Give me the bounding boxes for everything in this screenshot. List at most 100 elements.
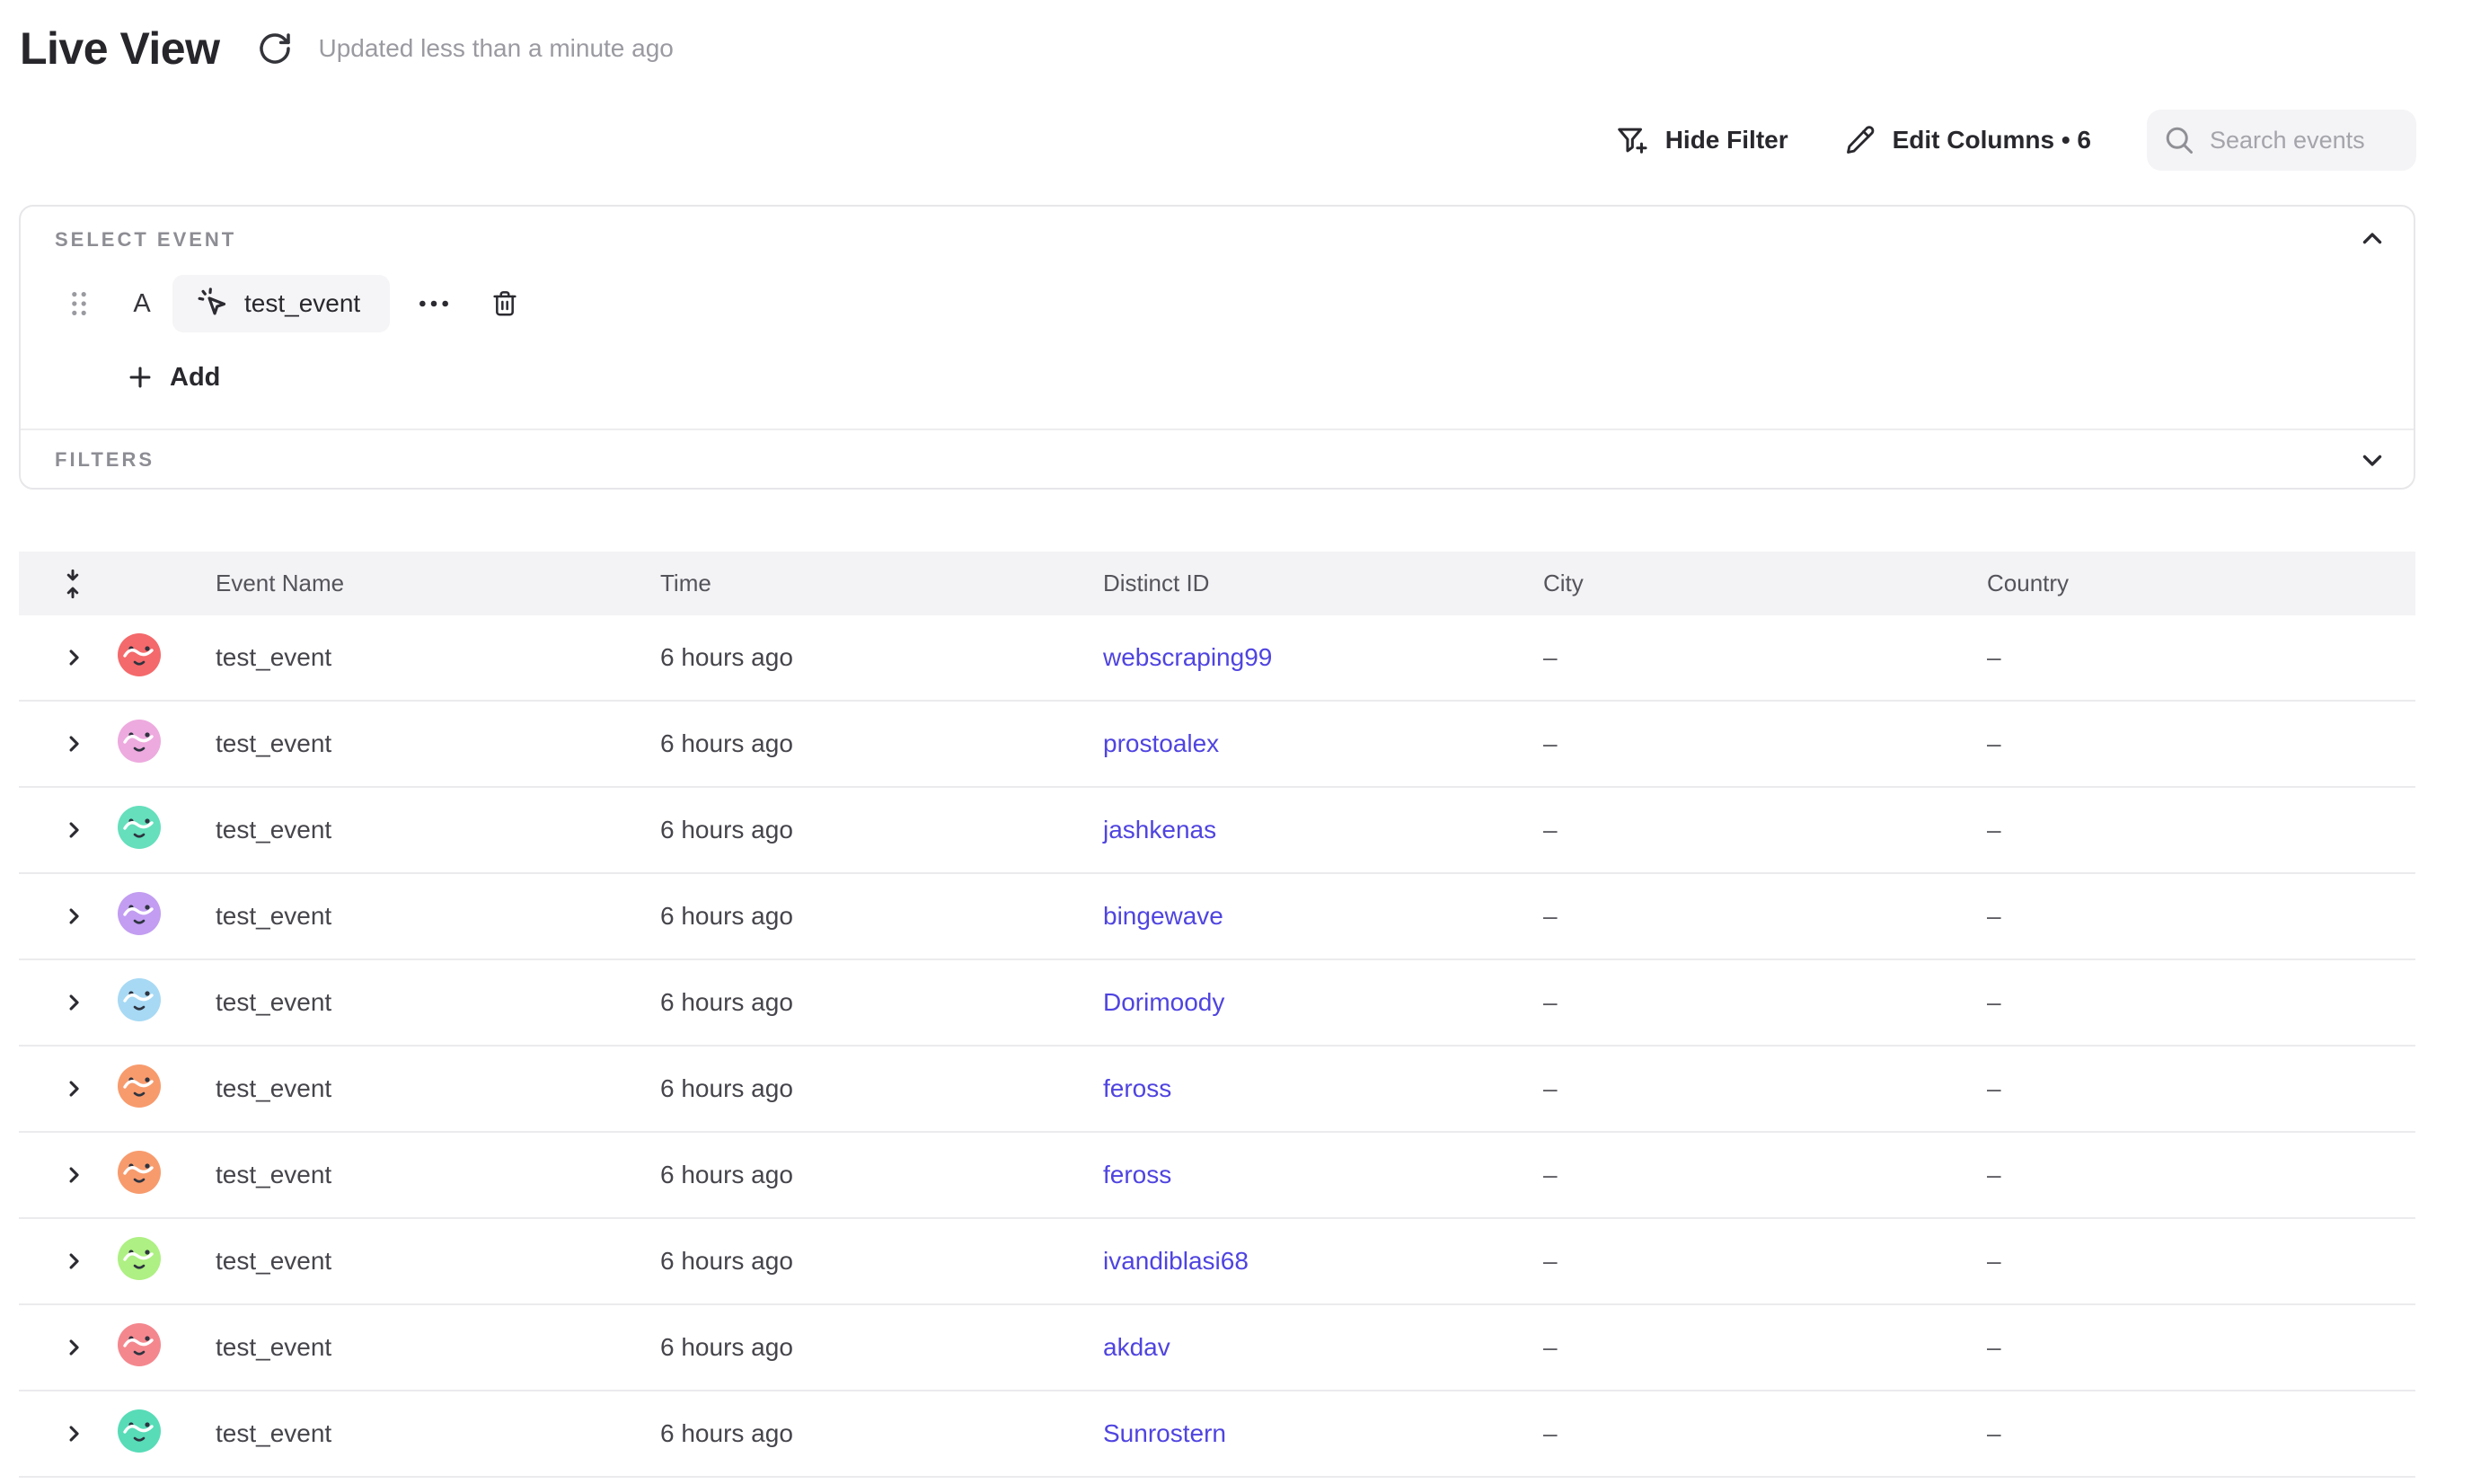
chevron-right-icon xyxy=(61,645,86,670)
expand-row-button[interactable] xyxy=(58,729,89,759)
distinct-id-link[interactable]: akdav xyxy=(1103,1333,1170,1361)
avatar-cell xyxy=(118,1064,216,1114)
country-cell: – xyxy=(1987,988,2415,1017)
distinct-id-link[interactable]: prostoalex xyxy=(1103,729,1219,757)
time-cell: 6 hours ago xyxy=(660,1333,1103,1362)
event-name-cell: test_event xyxy=(216,988,660,1017)
country-cell: – xyxy=(1987,1247,2415,1276)
expand-row-button[interactable] xyxy=(58,1246,89,1276)
event-chip-label: test_event xyxy=(244,289,360,318)
distinct-id-link[interactable]: feross xyxy=(1103,1161,1171,1188)
avatar xyxy=(118,1409,161,1453)
table-row[interactable]: test_event 6 hours ago feross – – xyxy=(19,1047,2415,1133)
refresh-button[interactable] xyxy=(255,29,295,68)
table-row[interactable]: test_event 6 hours ago akdav – – xyxy=(19,1305,2415,1391)
avatar xyxy=(118,720,161,763)
add-event-button[interactable]: Add xyxy=(125,349,220,406)
city-cell: – xyxy=(1543,1333,1987,1362)
expand-row-button[interactable] xyxy=(58,1160,89,1190)
avatar xyxy=(118,1323,161,1366)
avatar xyxy=(118,1064,161,1108)
table-row[interactable]: test_event 6 hours ago jashkenas – – xyxy=(19,788,2415,874)
collapse-rows-header[interactable] xyxy=(19,566,118,602)
chevron-right-icon xyxy=(61,1249,86,1274)
row-expand-cell xyxy=(19,815,118,845)
city-cell: – xyxy=(1543,816,1987,844)
add-label: Add xyxy=(170,363,220,393)
search-events-box[interactable] xyxy=(2147,110,2416,171)
updated-status: Updated less than a minute ago xyxy=(318,34,673,63)
expand-row-button[interactable] xyxy=(58,642,89,673)
header-time: Time xyxy=(660,570,1103,597)
country-cell: – xyxy=(1987,643,2415,672)
avatar-cell xyxy=(118,1323,216,1373)
city-cell: – xyxy=(1543,643,1987,672)
time-cell: 6 hours ago xyxy=(660,643,1103,672)
hide-filter-button[interactable]: Hide Filter xyxy=(1615,123,1788,157)
expand-row-button[interactable] xyxy=(58,987,89,1018)
event-options-button[interactable] xyxy=(411,284,456,323)
expand-row-button[interactable] xyxy=(58,815,89,845)
time-cell: 6 hours ago xyxy=(660,1419,1103,1448)
time-cell: 6 hours ago xyxy=(660,816,1103,844)
event-name-cell: test_event xyxy=(216,643,660,672)
table-header: Event Name Time Distinct ID City Country xyxy=(19,552,2415,615)
chevron-right-icon xyxy=(61,817,86,843)
country-cell: – xyxy=(1987,729,2415,758)
filters-label: FILTERS xyxy=(55,448,154,472)
country-cell: – xyxy=(1987,1419,2415,1448)
time-cell: 6 hours ago xyxy=(660,729,1103,758)
page-title: Live View xyxy=(20,20,219,77)
funnel-plus-icon xyxy=(1615,123,1649,157)
table-row[interactable]: test_event 6 hours ago Dorimoody – – xyxy=(19,960,2415,1047)
country-cell: – xyxy=(1987,902,2415,931)
avatar xyxy=(118,1237,161,1280)
distinct-id-link[interactable]: jashkenas xyxy=(1103,816,1216,844)
avatar xyxy=(118,806,161,849)
avatar-cell xyxy=(118,1237,216,1286)
expand-row-button[interactable] xyxy=(58,1073,89,1104)
table-row[interactable]: test_event 6 hours ago Sunrostern – – xyxy=(19,1391,2415,1478)
country-cell: – xyxy=(1987,1333,2415,1362)
distinct-id-link[interactable]: ivandiblasi68 xyxy=(1103,1247,1249,1275)
chevron-right-icon xyxy=(61,731,86,756)
table-row[interactable]: test_event 6 hours ago webscraping99 – – xyxy=(19,615,2415,702)
pencil-icon xyxy=(1844,124,1876,156)
country-cell: – xyxy=(1987,1161,2415,1189)
distinct-id-link[interactable]: bingewave xyxy=(1103,902,1223,930)
table-row[interactable]: test_event 6 hours ago feross – – xyxy=(19,1133,2415,1219)
event-name-cell: test_event xyxy=(216,816,660,844)
chevron-down-icon xyxy=(2357,445,2388,475)
search-events-input[interactable] xyxy=(2208,126,2400,155)
table-row[interactable]: test_event 6 hours ago ivandiblasi68 – – xyxy=(19,1219,2415,1305)
chevron-right-icon xyxy=(61,1162,86,1188)
distinct-id-link[interactable]: webscraping99 xyxy=(1103,643,1272,671)
table-row[interactable]: test_event 6 hours ago prostoalex – – xyxy=(19,702,2415,788)
hide-filter-label: Hide Filter xyxy=(1665,126,1788,155)
table-row[interactable]: test_event 6 hours ago bingewave – – xyxy=(19,874,2415,960)
distinct-id-link[interactable]: Sunrostern xyxy=(1103,1419,1226,1447)
delete-event-button[interactable] xyxy=(485,284,525,323)
time-cell: 6 hours ago xyxy=(660,988,1103,1017)
event-chip[interactable]: test_event xyxy=(172,275,390,332)
collapse-rows-icon xyxy=(58,566,87,602)
collapse-select-event-button[interactable] xyxy=(2354,221,2390,257)
header-event-name: Event Name xyxy=(216,570,660,597)
page-header: Live View Updated less than a minute ago xyxy=(20,20,674,77)
time-cell: 6 hours ago xyxy=(660,1161,1103,1189)
chevron-right-icon xyxy=(61,990,86,1015)
drag-handle[interactable] xyxy=(67,286,91,322)
expand-filters-button[interactable] xyxy=(2354,442,2390,478)
expand-row-button[interactable] xyxy=(58,1418,89,1449)
row-expand-cell xyxy=(19,642,118,673)
edit-columns-button[interactable]: Edit Columns • 6 xyxy=(1844,124,2091,156)
distinct-id-link[interactable]: feross xyxy=(1103,1074,1171,1102)
avatar-cell xyxy=(118,978,216,1028)
expand-row-button[interactable] xyxy=(58,1332,89,1363)
distinct-id-link[interactable]: Dorimoody xyxy=(1103,988,1224,1016)
expand-row-button[interactable] xyxy=(58,901,89,932)
city-cell: – xyxy=(1543,902,1987,931)
ellipsis-icon xyxy=(417,295,451,313)
avatar-cell xyxy=(118,806,216,855)
row-expand-cell xyxy=(19,729,118,759)
